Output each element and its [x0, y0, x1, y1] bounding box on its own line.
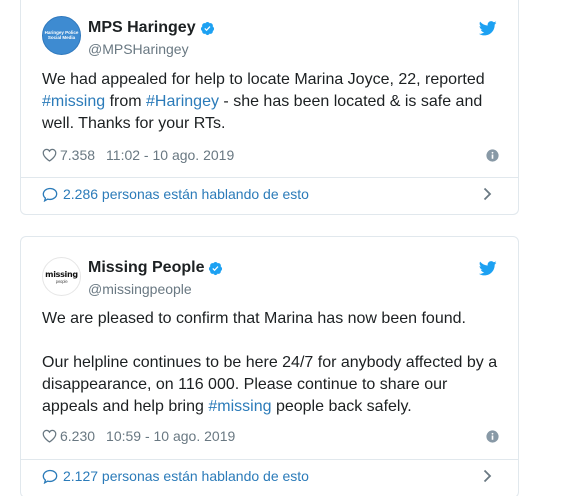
chevron-right-icon — [483, 187, 492, 201]
display-name[interactable]: Missing People — [88, 259, 204, 277]
divider — [21, 459, 518, 460]
tweet-paragraph: Our helpline continues to be here 24/7 f… — [42, 352, 498, 418]
conversation-text: 2.286 personas están hablando de esto — [63, 186, 309, 202]
conversation-text: 2.127 personas están hablando de esto — [63, 468, 309, 484]
display-name[interactable]: MPS Haringey — [88, 19, 196, 37]
tweet-paragraph: We are pleased to confirm that Marina ha… — [42, 310, 466, 327]
tweet-meta: 7.358 11:02 - 10 ago. 2019 — [42, 147, 234, 163]
tweet-text: We are pleased to confirm that Marina ha… — [42, 308, 498, 418]
handle[interactable]: @missingpeople — [88, 281, 192, 297]
timestamp[interactable]: 11:02 - 10 ago. 2019 — [106, 147, 234, 163]
hashtag-link[interactable]: #Haringey — [146, 93, 219, 110]
missing-people-logo: missing people — [43, 270, 80, 285]
author-name-row[interactable]: Missing People — [88, 259, 223, 277]
handle[interactable]: @MPSHaringey — [88, 41, 189, 57]
logo-subtext: people — [55, 279, 68, 284]
hashtag-link[interactable]: #missing — [208, 398, 271, 415]
avatar[interactable]: missing people — [42, 257, 81, 296]
logo-text: missing — [45, 270, 78, 279]
like-count[interactable]: 6.230 — [60, 428, 95, 444]
text-segment: from — [105, 93, 147, 110]
tweet-card: Haringey Police Social Media MPS Haringe… — [20, 0, 519, 215]
tweet-meta: 6.230 10:59 - 10 ago. 2019 — [42, 428, 235, 444]
conversation-link[interactable]: 2.286 personas están hablando de esto — [42, 186, 498, 202]
tweet-card: missing people Missing People @missingpeo… — [20, 236, 519, 496]
avatar[interactable]: Haringey Police Social Media — [42, 16, 81, 55]
verified-badge-icon — [209, 261, 223, 275]
chevron-right-icon — [483, 469, 492, 483]
text-segment: We had appealed for help to locate Marin… — [42, 71, 485, 88]
heart-icon[interactable] — [42, 148, 57, 162]
avatar-text: Social Media — [47, 35, 76, 40]
info-icon[interactable] — [486, 430, 499, 443]
author-name-row[interactable]: MPS Haringey — [88, 19, 215, 37]
tweet-text: We had appealed for help to locate Marin… — [42, 69, 498, 135]
divider — [21, 177, 518, 178]
twitter-bird-icon[interactable] — [479, 21, 497, 36]
tweet-paragraph: We had appealed for help to locate Marin… — [42, 69, 498, 135]
hashtag-link[interactable]: #missing — [42, 93, 105, 110]
text-segment: people back safely. — [271, 398, 412, 415]
comment-bubble-icon — [42, 187, 58, 202]
verified-badge-icon — [200, 21, 214, 35]
heart-icon[interactable] — [42, 429, 57, 443]
twitter-bird-icon[interactable] — [479, 261, 497, 276]
comment-bubble-icon — [42, 469, 58, 484]
info-icon[interactable] — [486, 149, 499, 162]
timestamp[interactable]: 10:59 - 10 ago. 2019 — [106, 428, 235, 444]
conversation-link[interactable]: 2.127 personas están hablando de esto — [42, 468, 498, 484]
like-count[interactable]: 7.358 — [60, 147, 95, 163]
